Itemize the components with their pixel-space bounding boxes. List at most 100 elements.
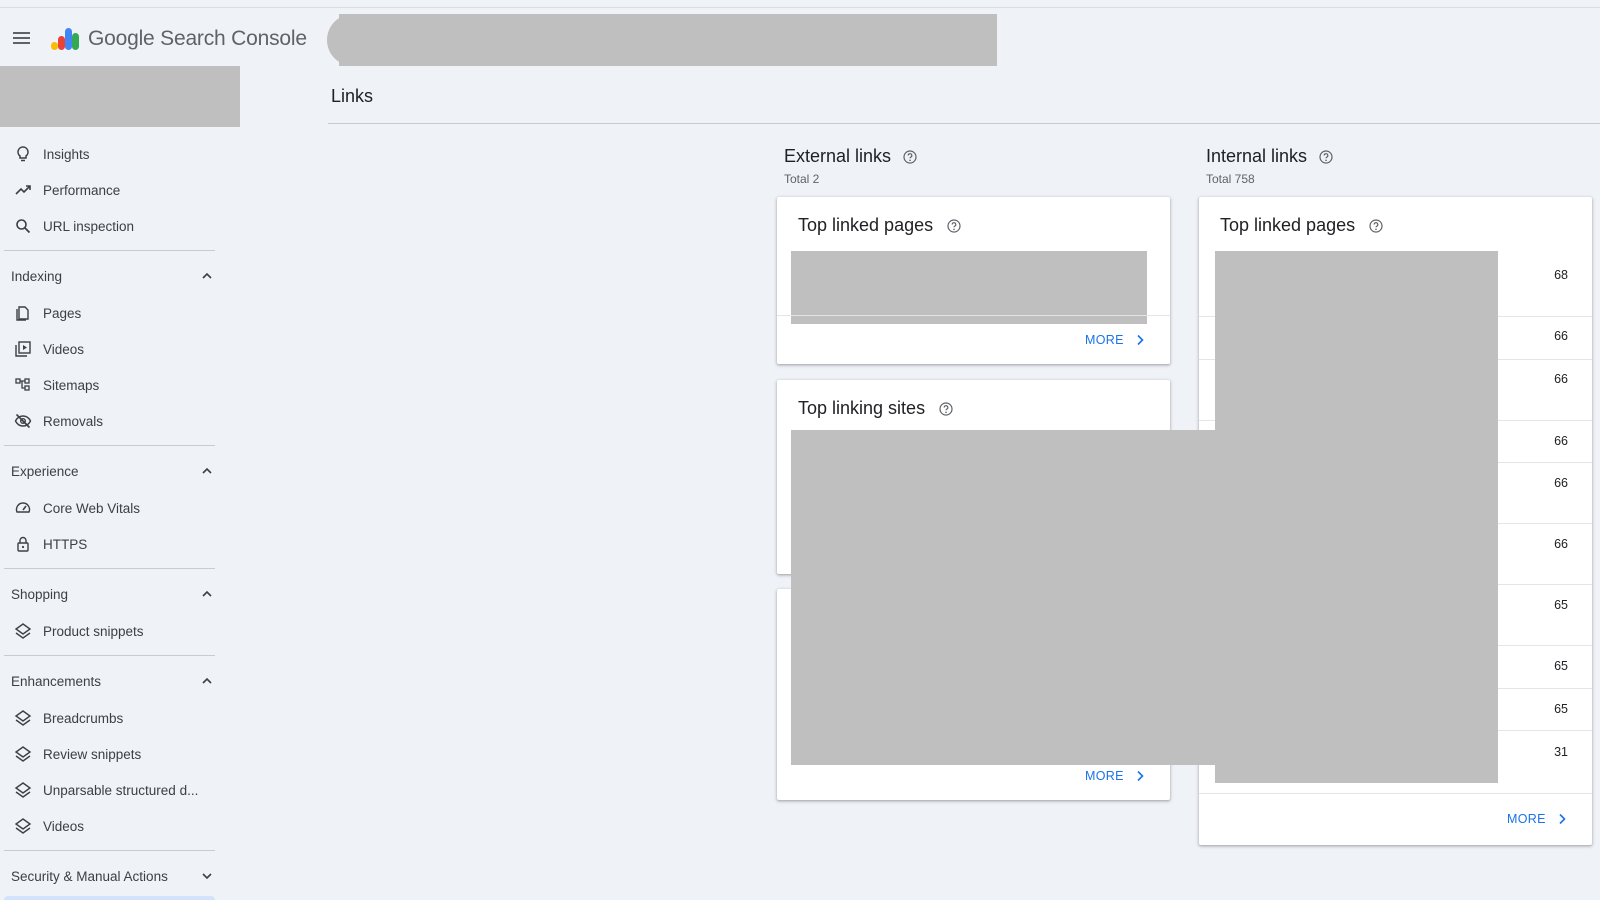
help-icon[interactable] — [903, 149, 917, 164]
internal-links-header: Internal links Total 758 — [1206, 146, 1333, 186]
sidebar-item-label: Videos — [43, 818, 85, 834]
divider — [4, 250, 215, 251]
internal-links-title: Internal links — [1206, 146, 1308, 166]
lightbulb-icon — [17, 146, 29, 162]
sidebar-item-url-inspection[interactable]: URL inspection — [0, 208, 215, 244]
divider — [4, 850, 215, 851]
brand-google: Google — [88, 27, 155, 50]
app-brand[interactable]: Google Search Console — [88, 27, 307, 51]
chevron-right-icon — [1137, 334, 1144, 346]
row-divider — [1199, 793, 1592, 794]
search-console-logo-icon — [51, 28, 79, 50]
chevron-up-icon — [202, 590, 212, 597]
section-title: Indexing — [11, 268, 63, 284]
sidebar-item-label: Unparsable structured d... — [43, 782, 199, 798]
redacted-content — [791, 430, 1215, 765]
sidebar-item-label: Insights — [43, 146, 90, 162]
row-divider — [777, 315, 1170, 316]
chevron-down-icon — [202, 873, 212, 880]
section-security-manual-actions[interactable]: Security & Manual Actions — [0, 857, 215, 895]
layers-icon — [14, 818, 32, 834]
section-experience[interactable]: Experience — [0, 452, 215, 490]
property-selector-redacted[interactable] — [0, 66, 240, 127]
sidebar-item-breadcrumbs[interactable]: Breadcrumbs — [0, 700, 215, 736]
link-count: 65 — [1554, 702, 1568, 716]
link-count: 66 — [1554, 372, 1568, 386]
sidebar-item-insights[interactable]: Insights — [0, 136, 215, 172]
divider — [4, 445, 215, 446]
section-enhancements[interactable]: Enhancements — [0, 662, 215, 700]
sidebar-item-https[interactable]: HTTPS — [0, 526, 215, 562]
section-title: Security & Manual Actions — [11, 868, 168, 884]
link-count: 65 — [1554, 659, 1568, 673]
card-title: Top linked pages — [798, 215, 934, 235]
sidebar-item-core-web-vitals[interactable]: Core Web Vitals — [0, 490, 215, 526]
sidebar-item-product-snippets[interactable]: Product snippets — [0, 613, 215, 649]
sidebar-item-performance[interactable]: Performance — [0, 172, 215, 208]
card-title: Top linked pages — [1220, 215, 1356, 235]
divider — [4, 568, 215, 569]
help-icon[interactable] — [947, 218, 961, 233]
sidebar-item-unparsable-structured-data[interactable]: Unparsable structured d... — [0, 772, 215, 808]
sidebar-item-label: Core Web Vitals — [43, 500, 141, 516]
chevron-up-icon — [202, 272, 212, 279]
more-button[interactable]: MORE — [1085, 333, 1144, 347]
more-button[interactable]: MORE — [1507, 812, 1566, 826]
external-links-total: Total 2 — [784, 172, 820, 186]
link-count: 68 — [1554, 268, 1568, 282]
brand-product: Search Console — [160, 27, 307, 50]
sidebar-selected-item-edge — [4, 896, 215, 900]
video-library-icon — [15, 341, 31, 357]
sidebar-item-label: HTTPS — [43, 536, 88, 552]
sidebar-item-pages[interactable]: Pages — [0, 295, 215, 331]
layers-icon — [14, 710, 32, 726]
link-count: 66 — [1554, 329, 1568, 343]
hamburger-menu-icon[interactable] — [10, 26, 34, 50]
sidebar-item-videos[interactable]: Videos — [0, 331, 215, 367]
layers-icon — [14, 782, 32, 798]
speed-gauge-icon — [15, 502, 31, 513]
external-top-linked-pages-card: Top linked pages MORE — [777, 197, 1170, 364]
chevron-up-icon — [202, 467, 212, 474]
card-title: Top linking sites — [798, 398, 926, 418]
sidebar-item-label: Pages — [43, 305, 82, 321]
search-input-redacted[interactable] — [327, 14, 997, 66]
help-icon[interactable] — [1369, 218, 1383, 233]
page-title: Links — [331, 86, 374, 106]
sidebar-item-label: Performance — [43, 182, 121, 198]
redacted-content — [791, 251, 1147, 324]
section-shopping[interactable]: Shopping — [0, 575, 215, 613]
title-divider — [328, 123, 1600, 124]
sidebar-item-label: URL inspection — [43, 218, 135, 234]
section-indexing[interactable]: Indexing — [0, 257, 215, 295]
top-border — [0, 0, 1600, 8]
external-links-title: External links — [784, 146, 892, 166]
sidebar-item-removals[interactable]: Removals — [0, 403, 215, 439]
external-links-header: External links Total 2 — [784, 146, 917, 186]
sidebar-item-video-enhancements[interactable]: Videos — [0, 808, 215, 844]
internal-top-linked-pages-card: Top linked pages 68 66 66 66 66 66 65 65… — [1199, 197, 1592, 845]
chevron-right-icon — [1559, 813, 1566, 825]
link-count: 66 — [1554, 476, 1568, 490]
section-title: Shopping — [11, 586, 69, 602]
link-count: 65 — [1554, 598, 1568, 612]
sidebar-item-label: Review snippets — [43, 746, 142, 762]
more-label: MORE — [1507, 812, 1546, 826]
visibility-off-icon — [14, 413, 32, 429]
sidebar-item-review-snippets[interactable]: Review snippets — [0, 736, 215, 772]
help-icon[interactable] — [1319, 149, 1333, 164]
redacted-content — [1215, 251, 1498, 783]
more-label: MORE — [1085, 333, 1124, 347]
help-icon[interactable] — [939, 401, 953, 416]
more-button[interactable]: MORE — [1085, 769, 1144, 783]
sidebar-item-sitemaps[interactable]: Sitemaps — [0, 367, 215, 403]
chevron-up-icon — [202, 677, 212, 684]
divider — [4, 655, 215, 656]
layers-icon — [14, 746, 32, 762]
sidebar-item-label: Videos — [43, 341, 85, 357]
sidebar-item-label: Removals — [43, 413, 104, 429]
lock-icon — [17, 536, 29, 552]
link-count: 66 — [1554, 434, 1568, 448]
search-icon — [16, 219, 31, 234]
chevron-right-icon — [1137, 770, 1144, 782]
